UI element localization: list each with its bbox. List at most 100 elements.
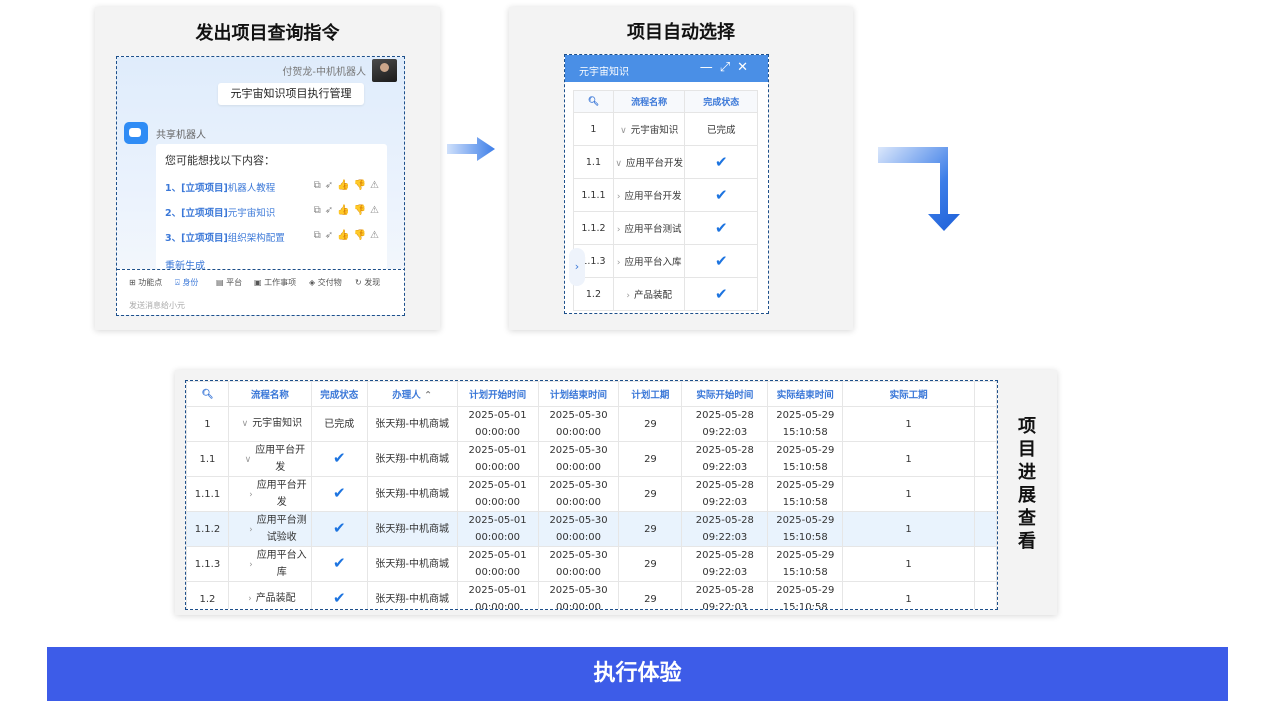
plan-start-cell: 2025-05-01 00:00:00 <box>456 581 539 609</box>
message-input[interactable]: 发送消息给小元 <box>129 300 185 311</box>
status-cell: ✔ <box>684 244 758 278</box>
actual-end-cell: 2025-05-29 15:10:58 <box>767 511 844 547</box>
table-row[interactable]: 1.1 ∨应用平台开发 ✔ 张天翔-中机商城 2025-05-01 00:00:00 202… <box>186 441 997 477</box>
actual-end-cell: 2025-05-29 15:10:58 <box>767 546 844 582</box>
plan-end-cell: 2025-05-30 00:00:00 <box>537 581 620 609</box>
row-number: 1.1.2 <box>186 511 229 547</box>
table-row[interactable]: 1.1.3 ›应用平台入库 ✔ 张天翔-中机商城 2025-05-01 00:00:00 2… <box>186 546 997 582</box>
chevron-right-icon[interactable]: › <box>617 258 621 268</box>
column-header: 完成状态 <box>310 381 368 407</box>
status-cell: ✔ <box>684 211 758 245</box>
toolbar-identity-button[interactable]: ⍓ 身份 <box>175 277 198 288</box>
toolbar-label: 交付物 <box>317 278 342 287</box>
chevron-icon[interactable]: › <box>249 490 253 500</box>
chevron-icon[interactable]: › <box>248 594 252 604</box>
table-row[interactable]: 1.1.3 › 应用平台入库 ✔ <box>573 244 758 278</box>
row-name: ›应用平台入库 <box>227 546 312 582</box>
chevron-icon[interactable]: › <box>249 525 253 535</box>
progress-panel: 🔍︎ 流程名称 完成状态 办理人 ⌃ 计划开始时间 计划结束时间 计划工期 实际… <box>175 370 1057 615</box>
column-header: 办理人 ⌃ <box>366 381 458 407</box>
table-row[interactable]: 1.2 › 产品装配 ✔ <box>573 277 758 311</box>
row-name-text: 应用平台开发 <box>625 158 683 169</box>
table-row[interactable]: 1.1.1 ›应用平台开发 ✔ 张天翔-中机商城 2025-05-01 00:00:00 2… <box>186 476 997 512</box>
table-row[interactable]: 1 ∨ 元宇宙知识 已完成 张天翔-中机商城 2025-05-01 00:00:00 2025… <box>186 406 997 442</box>
sender-name: 付贺龙-中机机器人 <box>282 67 366 78</box>
suggestion-link[interactable]: 2、[立项项目]元宇宙知识 <box>165 205 275 219</box>
feedback-icons[interactable]: ⧉➶👍👎⚠ <box>314 205 383 216</box>
toolbar-function-button[interactable]: ⊞ 功能点 <box>129 277 162 288</box>
feedback-icons[interactable]: ⧉➶👍👎⚠ <box>314 180 383 191</box>
chevron-right-icon[interactable]: › <box>617 225 621 235</box>
plan-end-cell: 2025-05-30 00:00:00 <box>537 441 620 477</box>
plan-duration-cell: 29 <box>618 581 683 609</box>
select-panel: 项目自动选择 元宇宙知识 —⤢✕ 🔍︎ 流程名称 完成状态 1 ∨ 元宇宙知识 已完成… <box>509 7 853 330</box>
chevron-down-icon[interactable]: ∨ <box>620 126 627 136</box>
row-spacer <box>973 441 997 477</box>
status-cell: 已完成 <box>684 112 758 146</box>
collapse-icon[interactable]: ⌃ <box>424 390 432 401</box>
row-spacer <box>973 511 997 547</box>
suggestion-card: 您可能想找以下内容： 1、[立项项目]机器人教程 ⧉➶👍👎⚠ 2、[立项项目]元… <box>156 144 387 269</box>
status-cell: ✔ <box>310 511 368 547</box>
actual-duration-cell: 1 <box>842 546 975 582</box>
chevron-icon[interactable]: ∨ <box>245 455 252 465</box>
progress-table-frame: 🔍︎ 流程名称 完成状态 办理人 ⌃ 计划开始时间 计划结束时间 计划工期 实际… <box>185 380 998 610</box>
status-cell: ✔ <box>310 476 368 512</box>
actual-end-cell: 2025-05-29 15:10:58 <box>767 476 844 512</box>
chat-toolbar: ⊞ 功能点 ⍓ 身份 ▤ 平台 ▣ 工作事项 ◈ 交付物 ↻ 发现 发送消息给小… <box>117 269 404 315</box>
row-name-text: 应用平台开发 <box>624 191 682 202</box>
query-panel: 发出项目查询指令 付贺龙-中机机器人 元宇宙知识项目执行管理 共享机器人 您可能… <box>95 7 440 330</box>
chevron-down-icon[interactable]: ∨ <box>615 159 622 169</box>
suggestion-tag: 1、[立项项目] <box>165 183 228 194</box>
handler-cell: 张天翔-中机商城 <box>366 441 458 477</box>
toolbar-platform-button[interactable]: ▤ 平台 <box>216 277 242 288</box>
table-row[interactable]: 1.2 › 产品装配 ✔ 张天翔-中机商城 2025-05-01 00:00:00 2025-… <box>186 581 997 609</box>
actual-end-cell: 2025-05-29 15:10:58 <box>767 406 844 442</box>
actual-start-cell: 2025-05-28 09:22:03 <box>681 546 769 582</box>
row-number: 1.1.1 <box>186 476 229 512</box>
status-cell: ✔ <box>684 277 758 311</box>
suggestion-link[interactable]: 3、[立项项目]组织架构配置 <box>165 230 285 244</box>
plan-end-cell: 2025-05-30 00:00:00 <box>537 511 620 547</box>
row-number: 1.1 <box>573 145 614 179</box>
row-name: › 产品装配 <box>227 581 312 609</box>
row-name-text: 应用平台测试 <box>624 224 682 235</box>
row-name: ∨应用平台开发 <box>612 145 686 179</box>
table-row[interactable]: 1.1.2 ›应用平台测试验收 ✔ 张天翔-中机商城 2025-05-01 00:00:0… <box>186 511 997 547</box>
check-icon: ✔ <box>714 186 728 204</box>
table-row[interactable]: 1 ∨ 元宇宙知识 已完成 <box>573 112 758 146</box>
toolbar-label: 身份 <box>182 278 199 287</box>
search-icon[interactable]: 🔍︎ <box>186 381 229 407</box>
row-name: ∨ 元宇宙知识 <box>227 406 312 442</box>
row-name: ›应用平台测试验收 <box>227 511 312 547</box>
chevron-icon[interactable]: ∨ <box>242 419 249 429</box>
check-icon: ✔ <box>714 153 728 171</box>
suggestion-title: 您可能想找以下内容： <box>165 154 275 167</box>
table-row[interactable]: 1.1.1 › 应用平台开发 ✔ <box>573 178 758 212</box>
arrow-right-icon <box>447 137 495 161</box>
row-name: › 应用平台测试 <box>612 211 686 245</box>
row-name: ∨ 元宇宙知识 <box>612 112 686 146</box>
table-row[interactable]: 1.1 ∨ 应用平台开发 ✔ <box>573 145 758 179</box>
plan-start-cell: 2025-05-01 00:00:00 <box>456 406 539 442</box>
actual-end-cell: 2025-05-29 15:10:58 <box>767 581 844 609</box>
expand-side-tab[interactable]: › <box>569 248 585 286</box>
panel-title: 发出项目查询指令 <box>195 23 340 44</box>
row-number: 1.1.1 <box>573 178 614 212</box>
status-cell: ✔ <box>310 441 368 477</box>
window-controls[interactable]: —⤢✕ <box>700 60 755 75</box>
actual-duration-cell: 1 <box>842 476 975 512</box>
chevron-right-icon[interactable]: › <box>626 291 630 301</box>
toolbar-deliverable-button[interactable]: ◈ 交付物 <box>309 277 342 288</box>
status-cell: 已完成 <box>310 406 368 442</box>
bot-icon <box>124 122 148 144</box>
chevron-right-icon[interactable]: › <box>617 192 621 202</box>
suggestion-link[interactable]: 1、[立项项目]机器人教程 <box>165 180 275 194</box>
feedback-icons[interactable]: ⧉➶👍👎⚠ <box>314 230 383 241</box>
table-row[interactable]: 1.1.2 › 应用平台测试 ✔ <box>573 211 758 245</box>
toolbar-discover-button[interactable]: ↻ 发现 <box>355 277 380 288</box>
search-icon[interactable]: 🔍︎ <box>573 90 614 113</box>
toolbar-work-button[interactable]: ▣ 工作事项 <box>254 277 296 288</box>
check-icon: ✔ <box>333 553 346 572</box>
chevron-icon[interactable]: › <box>249 560 253 570</box>
